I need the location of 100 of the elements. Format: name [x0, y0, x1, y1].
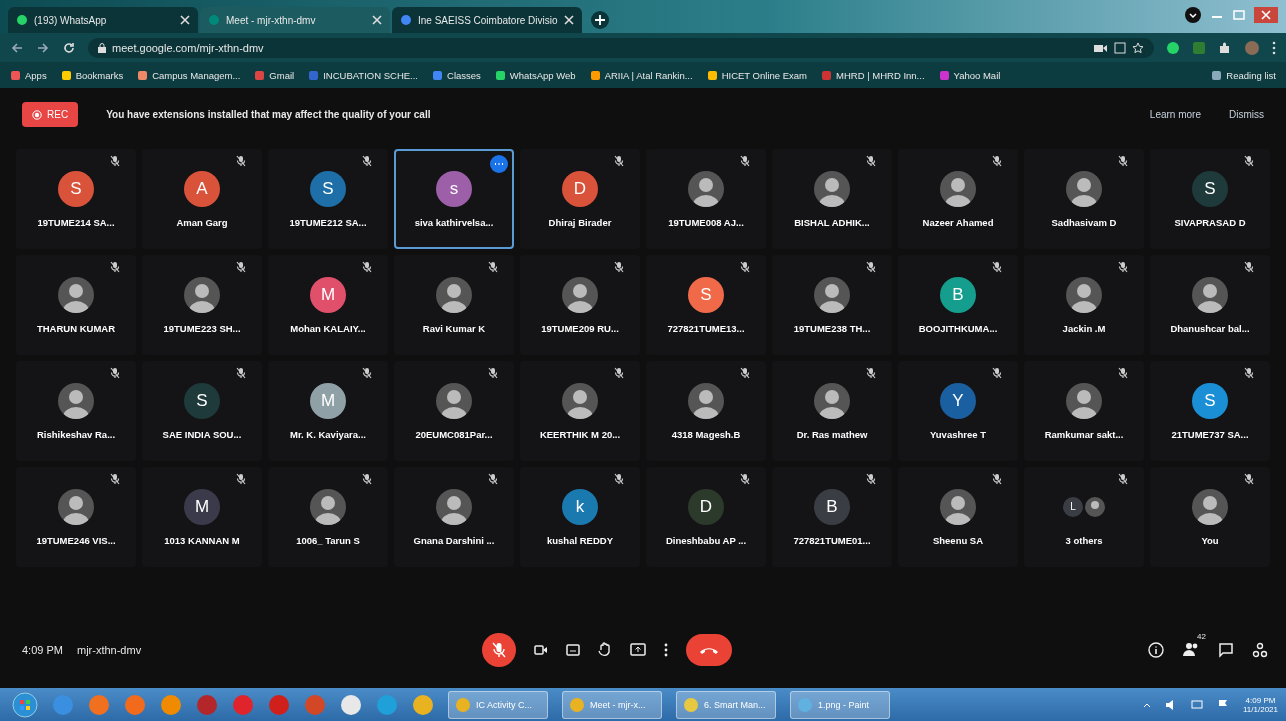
avatar-silhouette-icon [814, 276, 850, 313]
participant-name: BOOJITHKUMA... [918, 322, 998, 334]
banner-link[interactable]: Dismiss [1229, 109, 1264, 120]
bookmark[interactable]: ARIIA | Atal Rankin... [589, 69, 693, 81]
avatar-silhouette-icon [1066, 276, 1102, 313]
mic-off-icon [236, 261, 246, 273]
browser-tab[interactable]: Ine SAEISS Coimbatore Divisio [392, 7, 582, 33]
participant-name: Ravi Kumar K [422, 322, 486, 334]
chat-icon[interactable] [1218, 642, 1234, 658]
participant-name: 19TUME008 AJ... [668, 216, 744, 228]
mic-off-icon [110, 155, 120, 167]
bookmark-favicon-icon[interactable] [589, 69, 601, 81]
mic-off-icon [740, 155, 750, 167]
close-icon[interactable] [372, 15, 382, 25]
bookmark[interactable]: WhatsApp Web [494, 69, 576, 81]
bookmark-favicon-icon[interactable] [137, 69, 149, 81]
tab-favicon-icon[interactable] [400, 14, 412, 26]
mic-off-button[interactable] [482, 633, 516, 667]
avatar-initial: M [184, 488, 220, 525]
bookmark[interactable]: Campus Managem... [137, 69, 241, 81]
mic-off-icon [1118, 367, 1128, 379]
lock-icon [98, 42, 106, 53]
mic-off-icon [236, 367, 246, 379]
mic-off-icon [614, 367, 624, 379]
back-icon[interactable] [10, 40, 24, 55]
mic-off-icon [488, 473, 498, 485]
participant-name: Yuvashree T [930, 428, 986, 440]
rec-badge: REC [22, 102, 79, 127]
participant-count: 42 [1197, 632, 1206, 641]
bookmark[interactable]: Yahoo Mail [938, 69, 1001, 81]
end-call-button[interactable] [686, 634, 732, 666]
mic-off-icon [362, 367, 372, 379]
camera-icon[interactable] [1094, 42, 1108, 53]
tab-favicon-icon[interactable] [16, 14, 28, 26]
participant-name: siva kathirvelsa... [414, 216, 494, 228]
bookmark[interactable]: Classes [432, 69, 481, 81]
avatar-silhouette-icon [1066, 170, 1102, 207]
avatar-silhouette-icon [58, 382, 94, 419]
close-icon[interactable] [564, 15, 574, 25]
network-icon[interactable] [1191, 698, 1203, 711]
forward-icon[interactable] [36, 40, 50, 55]
more-options-button[interactable] [664, 643, 668, 657]
avatar-initial: S [688, 276, 724, 313]
present-screen-button[interactable] [630, 643, 646, 657]
camera-button[interactable] [534, 644, 548, 656]
info-icon[interactable] [1148, 642, 1164, 658]
mic-off-icon [992, 155, 1002, 167]
mic-off-icon [614, 155, 624, 167]
reading-list[interactable]: Reading list [1211, 69, 1276, 81]
bookmark-favicon-icon[interactable] [706, 69, 718, 81]
start-button[interactable] [12, 691, 38, 718]
star-icon[interactable] [1132, 41, 1144, 54]
avatar-silhouette-icon [436, 382, 472, 419]
participant-name: Nazeer Ahamed [922, 216, 994, 228]
address-bar[interactable]: meet.google.com/mjr-xthn-dmv [88, 37, 1154, 58]
bookmark[interactable]: MHRD | MHRD Inn... [821, 69, 925, 81]
reading-list-icon[interactable] [1211, 69, 1223, 81]
raise-hand-button[interactable] [598, 642, 612, 658]
participant-name: 1013 KANNAN M [164, 534, 240, 546]
participant-name: THARUN KUMAR [36, 322, 116, 334]
close-icon[interactable] [180, 15, 190, 25]
mic-off-icon [740, 261, 750, 273]
participant-name: Sadhasivam D [1051, 216, 1117, 228]
bookmark-favicon-icon[interactable] [60, 69, 72, 81]
reload-icon[interactable] [62, 40, 76, 55]
captions-button[interactable] [566, 644, 580, 656]
bookmark[interactable]: HICET Online Exam [706, 69, 807, 81]
mic-off-icon [1244, 367, 1254, 379]
avatar-silhouette-icon [436, 276, 472, 313]
bookmark[interactable]: Apps [10, 69, 47, 81]
mic-off-icon [866, 473, 876, 485]
bookmark[interactable]: INCUBATION SCHE... [308, 69, 418, 81]
avatar-initial: D [688, 488, 724, 525]
avatar-initial: S [184, 382, 220, 419]
avatar-silhouette-icon [436, 488, 472, 525]
banner-link[interactable]: Learn more [1149, 109, 1201, 120]
participant-name: 1006_ Tarun S [296, 534, 360, 546]
avatar-silhouette-icon [688, 170, 724, 207]
tab-search-icon[interactable] [1184, 6, 1202, 24]
close-icon[interactable] [1254, 7, 1278, 23]
bookmark[interactable]: Gmail [254, 69, 295, 81]
bookmark-favicon-icon[interactable] [432, 69, 443, 81]
new-tab-icon[interactable] [590, 10, 610, 30]
activities-icon[interactable] [1252, 642, 1268, 658]
mic-off-icon [866, 155, 876, 167]
browser-tab[interactable]: Meet - mjr-xthn-dmv [200, 7, 390, 33]
menu-icon[interactable] [1272, 40, 1276, 55]
bookmark[interactable]: Bookmarks [60, 69, 124, 81]
avatar-silhouette-icon [562, 382, 598, 419]
participant-name: kushal REDDY [547, 534, 613, 546]
mic-off-icon [1118, 261, 1128, 273]
participant-name: You [1201, 534, 1219, 546]
browser-tab[interactable]: (193) WhatsApp [8, 7, 198, 33]
bookmark-favicon-icon[interactable] [494, 69, 506, 81]
avatar-silhouette-icon [184, 276, 220, 313]
bookmark-favicon-icon[interactable] [10, 69, 21, 81]
mic-off-icon [992, 367, 1002, 379]
participant-name: Rishikeshav Ra... [36, 428, 116, 440]
participant-name: Dhanushcar bal... [1170, 322, 1250, 334]
participant-name: Mr. K. Kaviyara... [289, 428, 366, 440]
